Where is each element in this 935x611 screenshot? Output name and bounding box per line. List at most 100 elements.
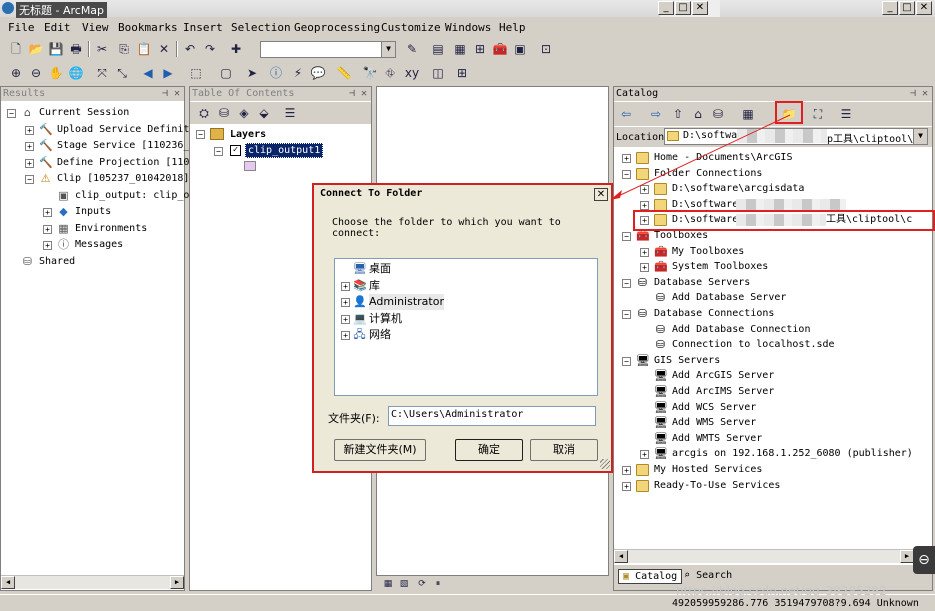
- zoom-out-icon[interactable]: ⊖: [28, 65, 44, 81]
- delete-icon[interactable]: ✕: [156, 41, 172, 57]
- expand-toggle[interactable]: +: [25, 125, 34, 135]
- hyperlink-icon[interactable]: ⚡: [290, 65, 306, 81]
- results-item[interactable]: − ⚠ Clip [105237_01042018]: [1, 171, 189, 187]
- results-item[interactable]: + ◆ Inputs: [1, 204, 184, 220]
- list-by-visibility-icon[interactable]: ◈: [236, 105, 252, 121]
- window-minimize-button[interactable]: _: [658, 1, 674, 15]
- expand-toggle[interactable]: +: [640, 247, 649, 257]
- cancel-button[interactable]: 取消: [530, 439, 598, 461]
- expand-toggle[interactable]: +: [25, 142, 34, 151]
- catalog-item[interactable]: ⛁ Add Database Server: [614, 290, 932, 306]
- expand-toggle[interactable]: +: [25, 158, 34, 168]
- menu-edit[interactable]: Edit: [44, 21, 71, 34]
- catalog-item[interactable]: + Ready-To-Use Services: [614, 478, 932, 494]
- catalog-item[interactable]: − 🖥 GIS Servers: [614, 353, 932, 369]
- editor-icon[interactable]: ✎: [404, 41, 420, 57]
- catalog-item[interactable]: + 🧰 My Toolboxes: [614, 244, 932, 260]
- catalog-options-icon[interactable]: ☰: [838, 106, 854, 122]
- expand-toggle[interactable]: +: [341, 281, 350, 291]
- time-slider-icon[interactable]: ◫: [430, 65, 446, 81]
- menu-geoprocessing[interactable]: Geoprocessing: [294, 21, 380, 34]
- results-item[interactable]: + 🔨 Upload Service Definiti: [1, 122, 195, 138]
- catalog-item[interactable]: ⛁ Connection to localhost.sde: [614, 337, 932, 353]
- results-item[interactable]: ⛁ Shared: [1, 254, 184, 270]
- undo-icon[interactable]: ↶: [182, 41, 198, 57]
- menu-windows[interactable]: Windows: [445, 21, 491, 34]
- menu-insert[interactable]: Insert: [183, 21, 223, 34]
- catalog-item[interactable]: 🖥 Add WMS Server: [614, 415, 932, 431]
- results-item[interactable]: − ⌂ Current Session: [1, 105, 184, 121]
- dialog-tree-item[interactable]: + 👤 Administrator: [335, 294, 595, 310]
- search-tab[interactable]: ⌕ Search: [684, 570, 732, 581]
- folder-tree[interactable]: 🖥 桌面 + 📚 库 + 👤 Administrator + 💻 计算机 + 🖧 网络: [334, 258, 598, 396]
- catalog-item[interactable]: + 🖥 arcgis on 192.168.1.252_6080 (publishe…: [614, 446, 932, 462]
- dialog-tree-item[interactable]: + 📚 库: [335, 278, 595, 294]
- map-scale-combo[interactable]: ▼: [260, 41, 396, 58]
- results-item[interactable]: + 🔨 Define Projection [1102: [1, 155, 195, 171]
- fixed-zoom-out-icon[interactable]: ⤡: [114, 65, 130, 81]
- window-maximize-button[interactable]: □: [675, 1, 691, 15]
- catalog-item[interactable]: ⛁ Add Database Connection: [614, 322, 932, 338]
- select-features-icon[interactable]: ⬚: [188, 65, 204, 81]
- expand-toggle[interactable]: +: [622, 466, 631, 475]
- dialog-tree-item[interactable]: 🖥 桌面: [335, 261, 595, 277]
- expand-toggle[interactable]: +: [640, 263, 649, 273]
- dialog-tree-item[interactable]: + 💻 计算机: [335, 311, 595, 327]
- side-scroll-icon[interactable]: ⊖: [913, 546, 935, 574]
- list-by-selection-icon[interactable]: ⬙: [256, 105, 272, 121]
- expand-toggle[interactable]: −: [622, 232, 631, 241]
- search-window-icon[interactable]: ⊞: [472, 41, 488, 57]
- expand-toggle[interactable]: +: [43, 241, 52, 250]
- layout-view-icon[interactable]: ▦: [380, 576, 396, 592]
- new-folder-button[interactable]: 新建文件夹(M): [334, 439, 426, 461]
- menu-bookmarks[interactable]: Bookmarks: [118, 21, 178, 34]
- arctoolbox-icon[interactable]: 🧰: [492, 41, 508, 57]
- full-extent-icon[interactable]: 🌐: [68, 65, 84, 81]
- print-icon[interactable]: 🖶: [68, 41, 84, 57]
- menu-file[interactable]: File: [8, 21, 35, 34]
- cut-icon[interactable]: ✂: [94, 41, 110, 57]
- results-item[interactable]: + ⓘ Messages: [1, 237, 184, 253]
- refresh-icon[interactable]: ⟳: [414, 576, 430, 592]
- pan-icon[interactable]: ✋: [48, 65, 64, 81]
- menu-customize[interactable]: Customize: [381, 21, 441, 34]
- catalog-item[interactable]: 🖥 Add WMTS Server: [614, 431, 932, 447]
- zoom-in-icon[interactable]: ⊕: [8, 65, 24, 81]
- expand-toggle[interactable]: +: [341, 314, 350, 324]
- back-icon[interactable]: ◀: [140, 65, 156, 81]
- folder-input[interactable]: C:\Users\Administrator: [388, 406, 596, 426]
- save-icon[interactable]: 💾: [48, 41, 64, 57]
- expand-toggle[interactable]: −: [7, 109, 16, 118]
- expand-toggle[interactable]: +: [43, 208, 52, 217]
- catalog-tab[interactable]: ▣ Catalog: [618, 569, 683, 584]
- paste-icon[interactable]: 📋: [136, 41, 152, 57]
- identify-icon[interactable]: ⓘ: [268, 65, 284, 81]
- model-builder-icon[interactable]: ⊡: [538, 41, 554, 57]
- redo-icon[interactable]: ↷: [202, 41, 218, 57]
- expand-toggle[interactable]: +: [43, 224, 52, 234]
- create-viewer-icon[interactable]: ⊞: [454, 65, 470, 81]
- ok-button[interactable]: 确定: [455, 439, 523, 461]
- list-by-drawing-order-icon[interactable]: ⛭: [196, 105, 212, 121]
- toc-options-icon[interactable]: ☰: [282, 105, 298, 121]
- new-document-icon[interactable]: 🗋: [8, 41, 24, 57]
- catalog-item[interactable]: 🖥 Add ArcGIS Server: [614, 368, 932, 384]
- menu-help[interactable]: Help: [499, 21, 526, 34]
- window-close-button[interactable]: ✕: [692, 1, 708, 15]
- layer-collapse-toggle[interactable]: −: [214, 147, 223, 156]
- add-data-icon[interactable]: ✚: [228, 41, 244, 57]
- forward-icon[interactable]: ▶: [160, 65, 176, 81]
- catalog-item[interactable]: − ⛁ Database Servers: [614, 275, 932, 291]
- menu-selection[interactable]: Selection: [231, 21, 291, 34]
- resize-grip-icon[interactable]: [600, 459, 610, 469]
- pause-drawing-icon[interactable]: ⏸: [430, 576, 446, 592]
- results-item[interactable]: + 🔨 Stage Service [110236_0: [1, 138, 195, 154]
- open-folder-icon[interactable]: 📂: [28, 41, 44, 57]
- find-route-icon[interactable]: ⛗: [382, 65, 398, 81]
- dialog-tree-item[interactable]: + 🖧 网络: [335, 327, 595, 343]
- layers-collapse-toggle[interactable]: −: [196, 130, 205, 139]
- app-close-button[interactable]: ✕: [916, 1, 932, 15]
- copy-icon[interactable]: ⎘: [116, 41, 132, 57]
- catalog-window-icon[interactable]: ▦: [452, 41, 468, 57]
- app-minimize-button[interactable]: _: [882, 1, 898, 15]
